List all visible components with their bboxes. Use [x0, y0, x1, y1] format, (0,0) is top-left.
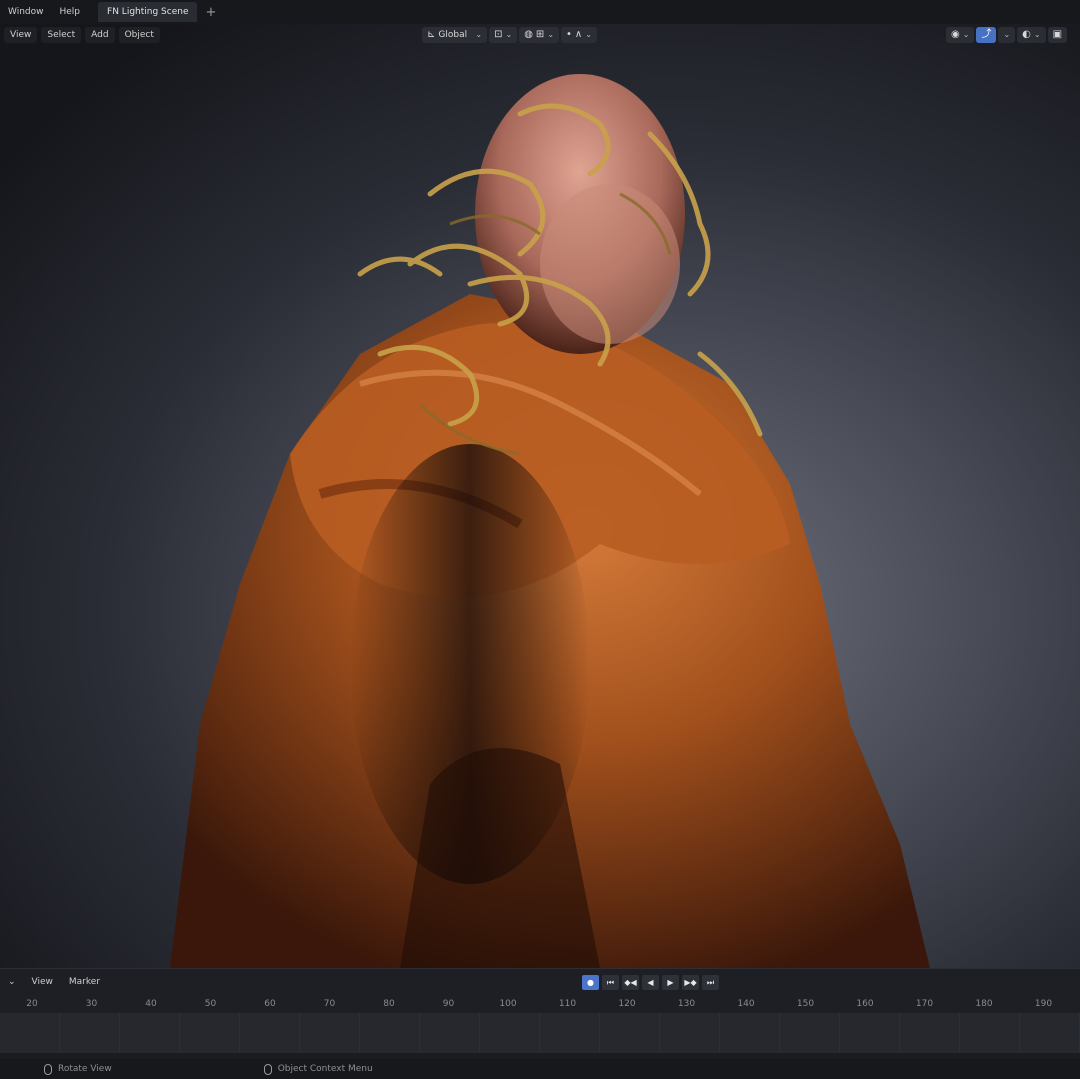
- top-menu-bar: Window Help FN Lighting Scene +: [0, 0, 1080, 24]
- proportional-edit-toggle[interactable]: • ∧ ⌄: [561, 27, 597, 43]
- frame-tick-label: 150: [796, 999, 815, 1009]
- chevron-down-icon: ⌄: [475, 30, 483, 39]
- jump-to-end-button[interactable]: ⏭: [702, 975, 719, 990]
- add-workspace-icon[interactable]: +: [205, 5, 216, 20]
- frame-tick-label: 180: [975, 999, 993, 1009]
- frame-tick-label: 20: [26, 999, 38, 1009]
- chevron-down-icon: ⌄: [962, 30, 970, 39]
- timeline-menu-marker[interactable]: Marker: [61, 969, 108, 995]
- frame-tick-label: 70: [323, 999, 336, 1009]
- overlay-toggle[interactable]: ◐ ⌄: [1017, 27, 1046, 43]
- chevron-down-icon: ⌄: [505, 30, 513, 39]
- timeline-editor: ⌄ View Marker ● ⏮ ◆◀ ◀ ▶ ▶◆ ⏭ 20 30 40 50 60…: [0, 968, 1080, 1053]
- timeline-header: ⌄ View Marker ● ⏮ ◆◀ ◀ ▶ ▶◆ ⏭: [0, 969, 1080, 995]
- pivot-point-dropdown[interactable]: ⊡ ⌄: [489, 27, 518, 43]
- transform-orientation-dropdown[interactable]: ⊾ Global ⌄: [422, 27, 488, 43]
- jump-to-start-button[interactable]: ⏮: [602, 975, 619, 990]
- shading-icon: ▣: [1052, 29, 1063, 40]
- frame-tick-label: 100: [499, 999, 517, 1009]
- frame-tick-label: 170: [915, 999, 934, 1009]
- frame-tick-label: 110: [558, 999, 577, 1009]
- mouse-icon: [263, 1063, 272, 1075]
- gizmo-icon: ⤴: [981, 29, 992, 40]
- viewport-menu-object[interactable]: Object: [118, 27, 160, 43]
- orientation-icon: ⊾: [427, 29, 436, 40]
- frame-ruler[interactable]: 20 30 40 50 60 70 80 90 100 110 120 130 140 150 160 170…: [0, 997, 1080, 1013]
- visibility-dropdown[interactable]: ◉ ⌄: [946, 27, 975, 43]
- frame-tick-label: 60: [264, 999, 276, 1009]
- playback-controls: ● ⏮ ◆◀ ◀ ▶ ▶◆ ⏭: [582, 975, 719, 990]
- shading-toggle[interactable]: ▣: [1047, 27, 1068, 43]
- menu-help[interactable]: Help: [52, 0, 89, 24]
- frame-tick-label: 190: [1034, 999, 1053, 1009]
- status-rotate-view: Rotate View: [44, 1063, 112, 1075]
- chevron-down-icon: ⌄: [1003, 30, 1011, 39]
- viewport-overlay-group: ◉ ⌄ ⤴ ⌄ ◐ ⌄ ▣: [946, 27, 1068, 43]
- viewport-header: View Select Add Object ⊾ Global ⌄ ⊡ ⌄ ◍ …: [0, 24, 1080, 46]
- pivot-point-icon: ⊡: [494, 29, 503, 40]
- chevron-down-icon: ⌄: [1033, 30, 1041, 39]
- 3d-viewport[interactable]: View Select Add Object ⊾ Global ⌄ ⊡ ⌄ ◍ …: [0, 24, 1080, 968]
- viewport-menu-select[interactable]: Select: [41, 27, 82, 43]
- previous-keyframe-button[interactable]: ◆◀: [622, 975, 639, 990]
- viewport-menu-add[interactable]: Add: [85, 27, 115, 43]
- overlay-icon: ◐: [1022, 29, 1031, 40]
- snap-target-icon: ⊞: [535, 29, 545, 40]
- gizmo-toggle[interactable]: ⤴: [976, 27, 997, 43]
- status-context-menu: Object Context Menu: [263, 1063, 373, 1075]
- mouse-icon: [44, 1063, 52, 1075]
- transform-tools-group: ⊾ Global ⌄ ⊡ ⌄ ◍ ⊞ ⌄ • ∧ ⌄: [422, 27, 597, 43]
- frame-tick-label: 130: [677, 999, 696, 1009]
- frame-tick-label: 80: [383, 999, 395, 1009]
- transform-orientation-value: Global: [438, 30, 468, 40]
- menu-window[interactable]: Window: [0, 0, 52, 24]
- play-button[interactable]: ▶: [662, 975, 679, 990]
- frame-tick-label: 50: [204, 999, 217, 1009]
- snap-toggle[interactable]: ◍ ⊞ ⌄: [519, 27, 560, 43]
- frame-tick-label: 140: [737, 999, 755, 1009]
- frame-tick-label: 90: [442, 999, 455, 1009]
- status-rotate-view-label: Rotate View: [58, 1064, 112, 1074]
- timeline-track-area[interactable]: [0, 1013, 1080, 1053]
- snap-icon: ◍: [524, 29, 533, 40]
- chevron-down-icon: ⌄: [585, 30, 592, 39]
- frame-tick-label: 30: [85, 999, 98, 1009]
- frame-tick-label: 120: [618, 999, 636, 1009]
- gizmo-dropdown[interactable]: ⌄: [998, 27, 1016, 43]
- viewport-menu-view[interactable]: View: [4, 27, 38, 43]
- timeline-editor-type-icon[interactable]: ⌄: [0, 969, 24, 995]
- status-bar: Rotate View Object Context Menu: [0, 1059, 1080, 1079]
- falloff-icon: ∧: [574, 29, 583, 40]
- play-reverse-button[interactable]: ◀: [642, 975, 659, 990]
- timeline-menu-view[interactable]: View: [24, 969, 61, 995]
- workspace-tab-fn-lighting-scene[interactable]: FN Lighting Scene: [98, 2, 198, 22]
- frame-tick-label: 160: [856, 999, 874, 1009]
- proportional-edit-icon: •: [566, 29, 572, 40]
- next-keyframe-button[interactable]: ▶◆: [682, 975, 699, 990]
- sculpted-character-render: [170, 74, 930, 968]
- frame-tick-label: 40: [145, 999, 157, 1009]
- chevron-down-icon: ⌄: [547, 30, 555, 39]
- status-context-menu-label: Object Context Menu: [277, 1064, 373, 1074]
- visibility-icon: ◉: [951, 29, 960, 40]
- record-button[interactable]: ●: [582, 975, 599, 990]
